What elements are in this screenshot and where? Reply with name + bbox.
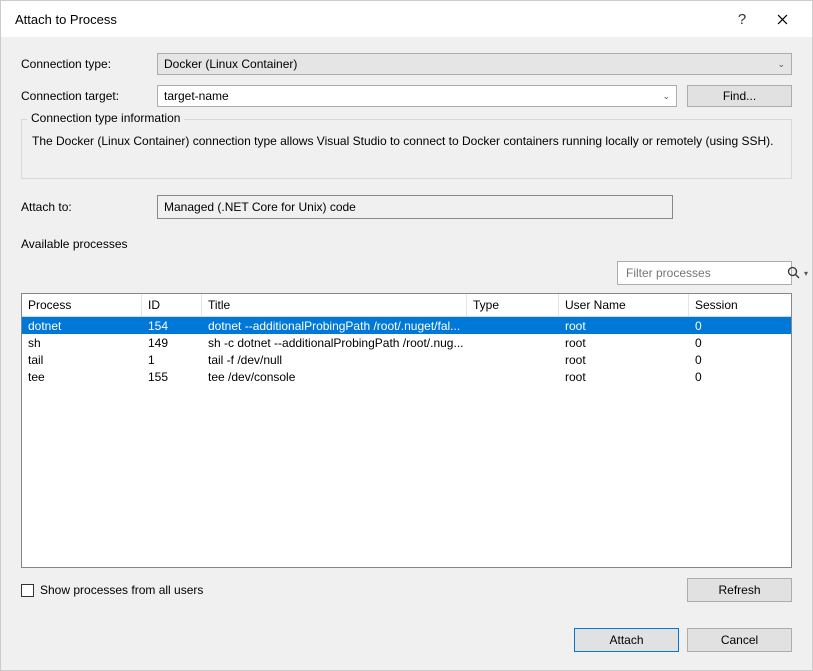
connection-type-label: Connection type: — [21, 57, 157, 71]
connection-type-dropdown[interactable]: Docker (Linux Container) ⌄ — [157, 53, 792, 75]
table-row[interactable]: tee155tee /dev/console root0 — [22, 368, 791, 385]
cell-title: tee /dev/console — [202, 370, 467, 384]
process-table: Process ID Title Type User Name Session … — [21, 293, 792, 568]
cell-session: 0 — [689, 353, 791, 367]
titlebar: Attach to Process ? — [1, 1, 812, 37]
chevron-down-icon: ⌄ — [777, 59, 785, 70]
cell-id: 149 — [142, 336, 202, 350]
header-title[interactable]: Title — [202, 294, 467, 316]
header-session[interactable]: Session — [689, 294, 791, 316]
header-type[interactable]: Type — [467, 294, 559, 316]
connection-target-row: Connection target: target-name ⌄ Find... — [21, 85, 792, 107]
filter-row: ▾ — [21, 261, 792, 285]
filter-processes-input[interactable] — [624, 265, 783, 281]
find-button[interactable]: Find... — [687, 85, 792, 107]
cell-process: tee — [22, 370, 142, 384]
cell-session: 0 — [689, 370, 791, 384]
attach-to-label: Attach to: — [21, 200, 157, 214]
cell-session: 0 — [689, 319, 791, 333]
checkbox-box-icon — [21, 584, 34, 597]
connection-type-row: Connection type: Docker (Linux Container… — [21, 53, 792, 75]
show-all-users-checkbox[interactable]: Show processes from all users — [21, 583, 203, 597]
filter-dropdown-icon[interactable]: ▾ — [804, 269, 808, 278]
attach-button[interactable]: Attach — [574, 628, 679, 652]
attach-to-row: Attach to: Managed (.NET Core for Unix) … — [21, 195, 792, 219]
table-header: Process ID Title Type User Name Session — [22, 294, 791, 317]
cell-process: tail — [22, 353, 142, 367]
cell-user: root — [559, 319, 689, 333]
help-button[interactable]: ? — [722, 4, 762, 34]
info-group-title: Connection type information — [27, 111, 184, 125]
close-button[interactable] — [762, 4, 802, 34]
cell-user: root — [559, 370, 689, 384]
chevron-down-icon: ⌄ — [662, 91, 670, 102]
cell-id: 154 — [142, 319, 202, 333]
header-process[interactable]: Process — [22, 294, 142, 316]
close-icon — [777, 14, 788, 25]
cancel-button[interactable]: Cancel — [687, 628, 792, 652]
connection-target-combo[interactable]: target-name ⌄ — [157, 85, 677, 107]
table-body: dotnet154dotnet --additionalProbingPath … — [22, 317, 791, 567]
refresh-button[interactable]: Refresh — [687, 578, 792, 602]
show-all-users-label: Show processes from all users — [40, 583, 203, 597]
connection-target-value: target-name — [164, 89, 229, 103]
info-text: The Docker (Linux Container) connection … — [32, 134, 781, 148]
header-id[interactable]: ID — [142, 294, 202, 316]
cell-id: 1 — [142, 353, 202, 367]
cell-title: dotnet --additionalProbingPath /root/.nu… — [202, 319, 467, 333]
connection-target-label: Connection target: — [21, 89, 157, 103]
dialog-content: Connection type: Docker (Linux Container… — [1, 37, 812, 616]
cell-process: sh — [22, 336, 142, 350]
filter-processes-box[interactable]: ▾ — [617, 261, 792, 285]
dialog-footer: Attach Cancel — [1, 616, 812, 670]
table-row[interactable]: tail1tail -f /dev/null root0 — [22, 351, 791, 368]
attach-to-value: Managed (.NET Core for Unix) code — [164, 200, 356, 214]
connection-type-info-group: Connection type information The Docker (… — [21, 119, 792, 179]
header-user-name[interactable]: User Name — [559, 294, 689, 316]
cell-title: sh -c dotnet --additionalProbingPath /ro… — [202, 336, 467, 350]
table-row[interactable]: dotnet154dotnet --additionalProbingPath … — [22, 317, 791, 334]
search-icon[interactable] — [787, 266, 801, 280]
cell-title: tail -f /dev/null — [202, 353, 467, 367]
cell-user: root — [559, 336, 689, 350]
available-processes-label: Available processes — [21, 237, 792, 251]
attach-to-process-dialog: Attach to Process ? Connection type: Doc… — [0, 0, 813, 671]
table-footer-row: Show processes from all users Refresh — [21, 578, 792, 602]
cell-process: dotnet — [22, 319, 142, 333]
table-row[interactable]: sh149sh -c dotnet --additionalProbingPat… — [22, 334, 791, 351]
attach-to-value-box: Managed (.NET Core for Unix) code — [157, 195, 673, 219]
connection-type-value: Docker (Linux Container) — [164, 57, 297, 71]
cell-id: 155 — [142, 370, 202, 384]
cell-session: 0 — [689, 336, 791, 350]
cell-user: root — [559, 353, 689, 367]
dialog-title: Attach to Process — [15, 12, 722, 27]
